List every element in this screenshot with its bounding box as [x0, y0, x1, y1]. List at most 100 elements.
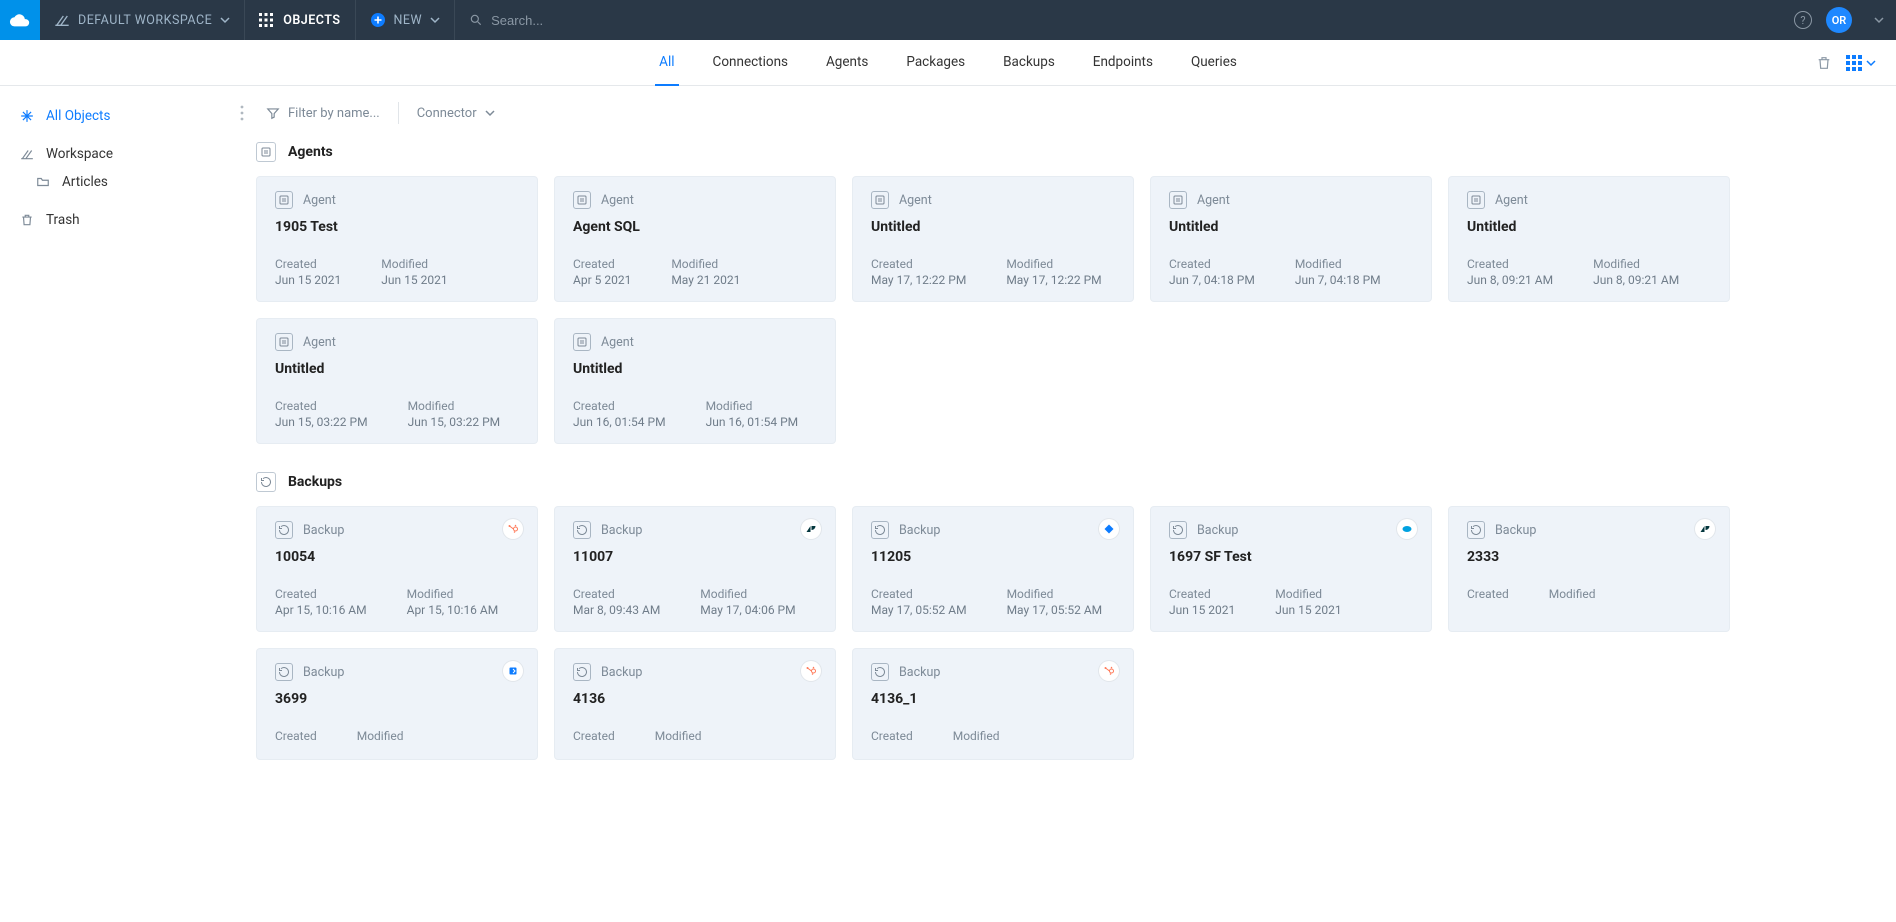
modified-value: May 21 2021 [671, 273, 740, 287]
card-title: 1905 Test [275, 219, 519, 235]
created-value: Jun 15 2021 [1169, 603, 1235, 617]
workspace-icon [54, 12, 70, 28]
help-icon[interactable]: ? [1794, 11, 1812, 29]
card-title: Untitled [871, 219, 1115, 235]
new-label: NEW [394, 13, 423, 28]
tab-backups[interactable]: Backups [999, 40, 1059, 86]
filter-by-name[interactable]: Filter by name... [266, 106, 380, 121]
chevron-down-icon[interactable] [1874, 15, 1884, 25]
chevron-down-icon [220, 15, 230, 25]
modified-value: May 17, 04:06 PM [700, 603, 795, 617]
object-card[interactable]: Backup4136CreatedModified [554, 648, 836, 760]
divider [398, 102, 399, 124]
subtabs-bar: All Connections Agents Packages Backups Endpo… [0, 40, 1896, 86]
created-label: Created [1169, 257, 1255, 271]
object-card[interactable]: Backup2333CreatedModified [1448, 506, 1730, 632]
modified-value: May 17, 05:52 AM [1007, 603, 1103, 617]
plus-circle-icon [370, 12, 386, 28]
object-card[interactable]: Backup4136_1CreatedModified [852, 648, 1134, 760]
modified-value: Jun 7, 04:18 PM [1295, 273, 1381, 287]
backup-icon [573, 663, 591, 681]
tab-connections[interactable]: Connections [709, 40, 792, 86]
card-title: Untitled [275, 361, 519, 377]
created-value: Jun 15 2021 [275, 273, 341, 287]
object-card[interactable]: AgentUntitledCreatedMay 17, 12:22 PMModi… [852, 176, 1134, 302]
sidebar-item-articles[interactable]: Articles [14, 168, 236, 196]
main-content: Filter by name... Connector Agents Agent 1… [250, 86, 1896, 828]
object-card[interactable]: AgentUntitledCreatedJun 7, 04:18 PMModif… [1150, 176, 1432, 302]
object-card[interactable]: AgentAgent SQLCreatedApr 5 2021ModifiedM… [554, 176, 836, 302]
topbar-right: ? OR [1794, 7, 1896, 33]
cloud-icon [9, 9, 31, 31]
card-type-label: Backup [303, 665, 344, 680]
new-button[interactable]: NEW [356, 0, 456, 40]
created-value: May 17, 12:22 PM [871, 273, 966, 287]
created-value: Jun 16, 01:54 PM [573, 415, 666, 429]
objects-nav[interactable]: OBJECTS [245, 0, 355, 40]
subtabs: All Connections Agents Packages Backups Endpo… [655, 40, 1241, 86]
card-title: 4136 [573, 691, 817, 707]
object-card[interactable]: Backup10054CreatedApr 15, 10:16 AMModifi… [256, 506, 538, 632]
modified-value: Jun 16, 01:54 PM [706, 415, 799, 429]
agent-icon [256, 142, 276, 162]
sidebar-item-workspace[interactable]: Workspace [14, 140, 236, 168]
workspace-selector[interactable]: DEFAULT WORKSPACE [40, 0, 245, 40]
tab-agents[interactable]: Agents [822, 40, 872, 86]
connector-filter[interactable]: Connector [417, 106, 495, 121]
card-title: Untitled [1169, 219, 1413, 235]
object-card[interactable]: Backup3699CreatedModified [256, 648, 538, 760]
hubspot-badge-icon [1099, 661, 1119, 681]
modified-label: Modified [1006, 257, 1101, 271]
tab-endpoints[interactable]: Endpoints [1089, 40, 1157, 86]
object-card[interactable]: Backup11205CreatedMay 17, 05:52 AMModifi… [852, 506, 1134, 632]
created-label: Created [1169, 587, 1235, 601]
card-title: Untitled [573, 361, 817, 377]
modified-label: Modified [1275, 587, 1341, 601]
jira2-badge-icon [503, 661, 523, 681]
agent-icon [871, 191, 889, 209]
section-header-agents: Agents [256, 142, 1874, 162]
more-vert-icon[interactable] [240, 105, 244, 121]
card-type-label: Agent [303, 193, 336, 208]
backup-icon [1467, 521, 1485, 539]
object-card[interactable]: AgentUntitledCreatedJun 16, 01:54 PMModi… [554, 318, 836, 444]
section-title: Agents [288, 144, 333, 160]
tab-packages[interactable]: Packages [902, 40, 969, 86]
card-title: 2333 [1467, 549, 1711, 565]
avatar[interactable]: OR [1826, 7, 1852, 33]
backup-icon [275, 663, 293, 681]
created-value: May 17, 05:52 AM [871, 603, 967, 617]
search-icon [469, 13, 483, 27]
search-input[interactable] [491, 13, 791, 28]
object-card[interactable]: AgentUntitledCreatedJun 15, 03:22 PMModi… [256, 318, 538, 444]
card-type-label: Backup [1495, 523, 1536, 538]
topbar: DEFAULT WORKSPACE OBJECTS NEW ? OR [0, 0, 1896, 40]
created-label: Created [573, 729, 615, 743]
sidebar-item-label: Workspace [46, 146, 113, 162]
object-card[interactable]: Backup1697 SF TestCreatedJun 15 2021Modi… [1150, 506, 1432, 632]
tab-all[interactable]: All [655, 40, 678, 86]
sidebar-item-label: Trash [46, 212, 80, 228]
grid-view-icon[interactable] [1846, 55, 1876, 71]
modified-label: Modified [1549, 587, 1596, 601]
subtabs-tools [1816, 55, 1876, 71]
search-area [455, 13, 1794, 28]
section-header-backups: Backups [256, 472, 1874, 492]
app-logo[interactable] [0, 0, 40, 40]
card-type-label: Agent [601, 193, 634, 208]
object-card[interactable]: AgentUntitledCreatedJun 8, 09:21 AMModif… [1448, 176, 1730, 302]
modified-label: Modified [1295, 257, 1381, 271]
workspace-icon [20, 147, 36, 161]
folder-icon [36, 175, 52, 189]
tab-queries[interactable]: Queries [1187, 40, 1241, 86]
sidebar-item-trash[interactable]: Trash [14, 206, 236, 234]
jira-badge-icon [1099, 519, 1119, 539]
sidebar-item-all-objects[interactable]: All Objects [14, 102, 236, 130]
sidebar-item-label: All Objects [46, 108, 110, 124]
card-title: 11007 [573, 549, 817, 565]
zendesk-badge-icon [801, 519, 821, 539]
trash-icon[interactable] [1816, 55, 1832, 71]
modified-label: Modified [357, 729, 404, 743]
object-card[interactable]: Agent1905 TestCreatedJun 15 2021Modified… [256, 176, 538, 302]
object-card[interactable]: Backup11007CreatedMar 8, 09:43 AMModifie… [554, 506, 836, 632]
